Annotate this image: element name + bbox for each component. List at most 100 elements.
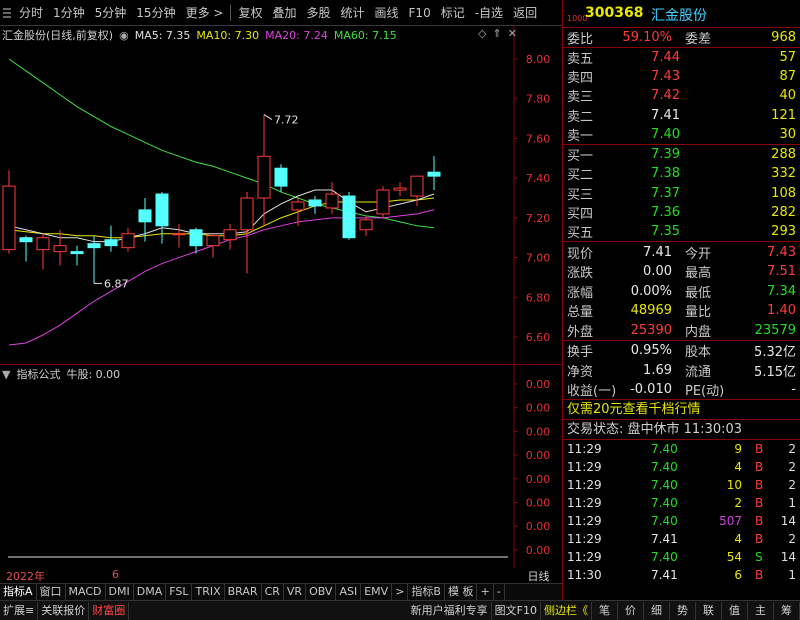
candle[interactable] xyxy=(206,233,220,258)
toolbar-btn-5min[interactable]: 5分钟 xyxy=(90,3,132,23)
indicator-tab[interactable]: EMV xyxy=(361,584,393,600)
candle[interactable] xyxy=(70,245,84,266)
toolbar-btn-draw[interactable]: 画线 xyxy=(370,3,404,23)
toolbar-btn-adjust[interactable]: 复权 xyxy=(233,3,267,23)
toolbar-btn-multi[interactable]: 多股 xyxy=(301,3,335,23)
stats2-label2: 流通 xyxy=(685,364,712,380)
quick-tab-linked[interactable]: 联 xyxy=(696,601,722,620)
candle[interactable] xyxy=(393,182,407,197)
sell-level-row[interactable]: 卖四 7.43 87 xyxy=(563,67,800,86)
buy-level-row[interactable]: 买二 7.38 332 xyxy=(563,164,800,183)
indicator-tab[interactable]: FSL xyxy=(166,584,193,600)
sidebar-toggle[interactable]: 侧边栏《 xyxy=(541,601,592,620)
indicator-tab[interactable]: MACD xyxy=(66,584,106,600)
quick-tab-trend[interactable]: 势 xyxy=(670,601,696,620)
stock-name[interactable]: 汇金股份 xyxy=(651,5,707,25)
tick-time: 11:29 xyxy=(567,532,602,547)
buy-level-row[interactable]: 买三 7.37 108 xyxy=(563,184,800,203)
toolbar-btn-watchlist[interactable]: -自选 xyxy=(470,3,508,23)
indicator-tab[interactable]: VR xyxy=(284,584,307,600)
kline-chart[interactable]: 6.60 6.80 7.00 7.20 7.40 7.60 7.80 8.00 7.72 6.8… xyxy=(0,26,562,365)
expand-button[interactable]: 扩展≡ xyxy=(0,601,39,620)
candle[interactable] xyxy=(2,170,16,254)
indicator-tab[interactable]: 指标A xyxy=(0,584,37,600)
indicator-tab[interactable]: BRAR xyxy=(225,584,262,600)
stats2-value: -0.010 xyxy=(630,382,672,398)
indicator-tab[interactable]: + xyxy=(477,584,494,600)
indicator-tab[interactable]: > xyxy=(392,584,409,600)
stats2-row: 收益(一) -0.010 PE(动) - xyxy=(563,380,800,400)
candle[interactable] xyxy=(155,192,169,244)
indicator-tab[interactable]: OBV xyxy=(306,584,337,600)
diamond-icon[interactable]: ◇ xyxy=(478,27,486,40)
indicator-chart[interactable]: 0.000.000.000.000.000.000.000.000.00 xyxy=(0,365,562,568)
quick-tab-price[interactable]: 价 xyxy=(618,601,644,620)
candle[interactable] xyxy=(427,156,441,191)
indicator-tab[interactable]: ASI xyxy=(336,584,362,600)
indicator-tab[interactable]: 模 板 xyxy=(445,584,478,600)
wealth-circle-button[interactable]: 财富圈 xyxy=(89,601,130,620)
close-icon[interactable]: ✕ xyxy=(508,27,517,40)
sell-level-row[interactable]: 卖五 7.44 57 xyxy=(563,48,800,67)
related-quotes-button[interactable]: 关联报价 xyxy=(38,601,90,620)
f10-button[interactable]: 图文F10 xyxy=(492,601,541,620)
candle[interactable] xyxy=(121,227,135,252)
drag-handle-icon[interactable] xyxy=(0,3,14,23)
indicator-formula-label[interactable]: 指标公式 xyxy=(16,366,60,382)
toolbar-btn-back[interactable]: 返回 xyxy=(508,3,542,23)
new-user-promo-link[interactable]: 新用户福利专享 xyxy=(408,601,492,620)
period-label[interactable]: 日线 xyxy=(515,568,562,584)
buy-level-row[interactable]: 买一 7.39 288 xyxy=(563,145,800,164)
candle[interactable] xyxy=(53,229,67,266)
tick-list[interactable]: 11:29 7.40 9 B 2 11:29 7.40 4 B 2 11:29 7.40 10 B 2 11:… xyxy=(563,440,800,584)
quick-tab-main[interactable]: 主 xyxy=(748,601,774,620)
promo-banner[interactable]: 仅需20元查看千档行情 xyxy=(563,400,800,421)
toolbar-btn-mark[interactable]: 标记 xyxy=(436,3,470,23)
toolbar-btn-overlay[interactable]: 叠加 xyxy=(267,3,301,23)
toolbar-btn-f10[interactable]: F10 xyxy=(404,3,436,23)
quick-tab-detail[interactable]: 细 xyxy=(644,601,670,620)
tick-time: 11:29 xyxy=(567,514,602,529)
indicator-tab[interactable]: 窗口 xyxy=(37,584,66,600)
candle[interactable] xyxy=(359,215,373,236)
buy-level-row[interactable]: 买五 7.35 293 xyxy=(563,222,800,241)
quick-tab-chips[interactable]: 筹 xyxy=(774,601,800,620)
indicator-collapse-icon[interactable]: ▼ xyxy=(2,368,10,381)
toolbar-btn-stats[interactable]: 统计 xyxy=(336,3,370,23)
candle[interactable] xyxy=(172,223,186,248)
candle[interactable] xyxy=(36,233,50,270)
stats2-label: 净资 xyxy=(567,364,594,380)
sell-level-row[interactable]: 卖三 7.42 40 xyxy=(563,86,800,105)
quick-tab-value[interactable]: 值 xyxy=(722,601,748,620)
candle[interactable] xyxy=(342,192,356,240)
sell-level-row[interactable]: 卖一 7.40 30 xyxy=(563,125,800,144)
candle-body-down xyxy=(19,237,33,243)
up-arrow-icon[interactable]: ⇑ xyxy=(492,27,501,40)
indicator-tab[interactable]: TRIX xyxy=(192,584,225,600)
indicator-value: 牛股: 0.00 xyxy=(66,368,121,381)
chart-settings-icon[interactable]: ◉ xyxy=(119,29,129,42)
quick-tab-ticks[interactable]: 笔 xyxy=(592,601,618,620)
candle[interactable] xyxy=(87,235,101,284)
toolbar-btn-more[interactable]: 更多 > xyxy=(181,3,229,23)
indicator-tab[interactable]: DMI xyxy=(106,584,134,600)
weicha-value: 968 xyxy=(771,29,796,45)
candle[interactable] xyxy=(274,164,288,193)
indicator-tab[interactable]: - xyxy=(494,584,505,600)
candle[interactable] xyxy=(376,186,390,218)
candle[interactable] xyxy=(19,235,33,262)
candle[interactable] xyxy=(223,223,237,250)
indicator-tab[interactable]: DMA xyxy=(134,584,167,600)
toolbar-btn-1min[interactable]: 1分钟 xyxy=(48,3,90,23)
buy-level-row[interactable]: 买四 7.36 282 xyxy=(563,203,800,222)
candle[interactable] xyxy=(104,225,118,252)
candle[interactable] xyxy=(257,114,271,226)
sell-level-row[interactable]: 卖二 7.41 121 xyxy=(563,105,800,125)
toolbar-btn-15min[interactable]: 15分钟 xyxy=(131,3,180,23)
toolbar-btn-intraday[interactable]: 分时 xyxy=(14,3,48,23)
candle[interactable] xyxy=(308,196,322,214)
indicator-tab[interactable]: CR xyxy=(262,584,284,600)
stock-code[interactable]: 300368 xyxy=(585,5,643,21)
sell-level-price: 7.40 xyxy=(651,126,680,142)
indicator-tab[interactable]: 指标B xyxy=(408,584,445,600)
